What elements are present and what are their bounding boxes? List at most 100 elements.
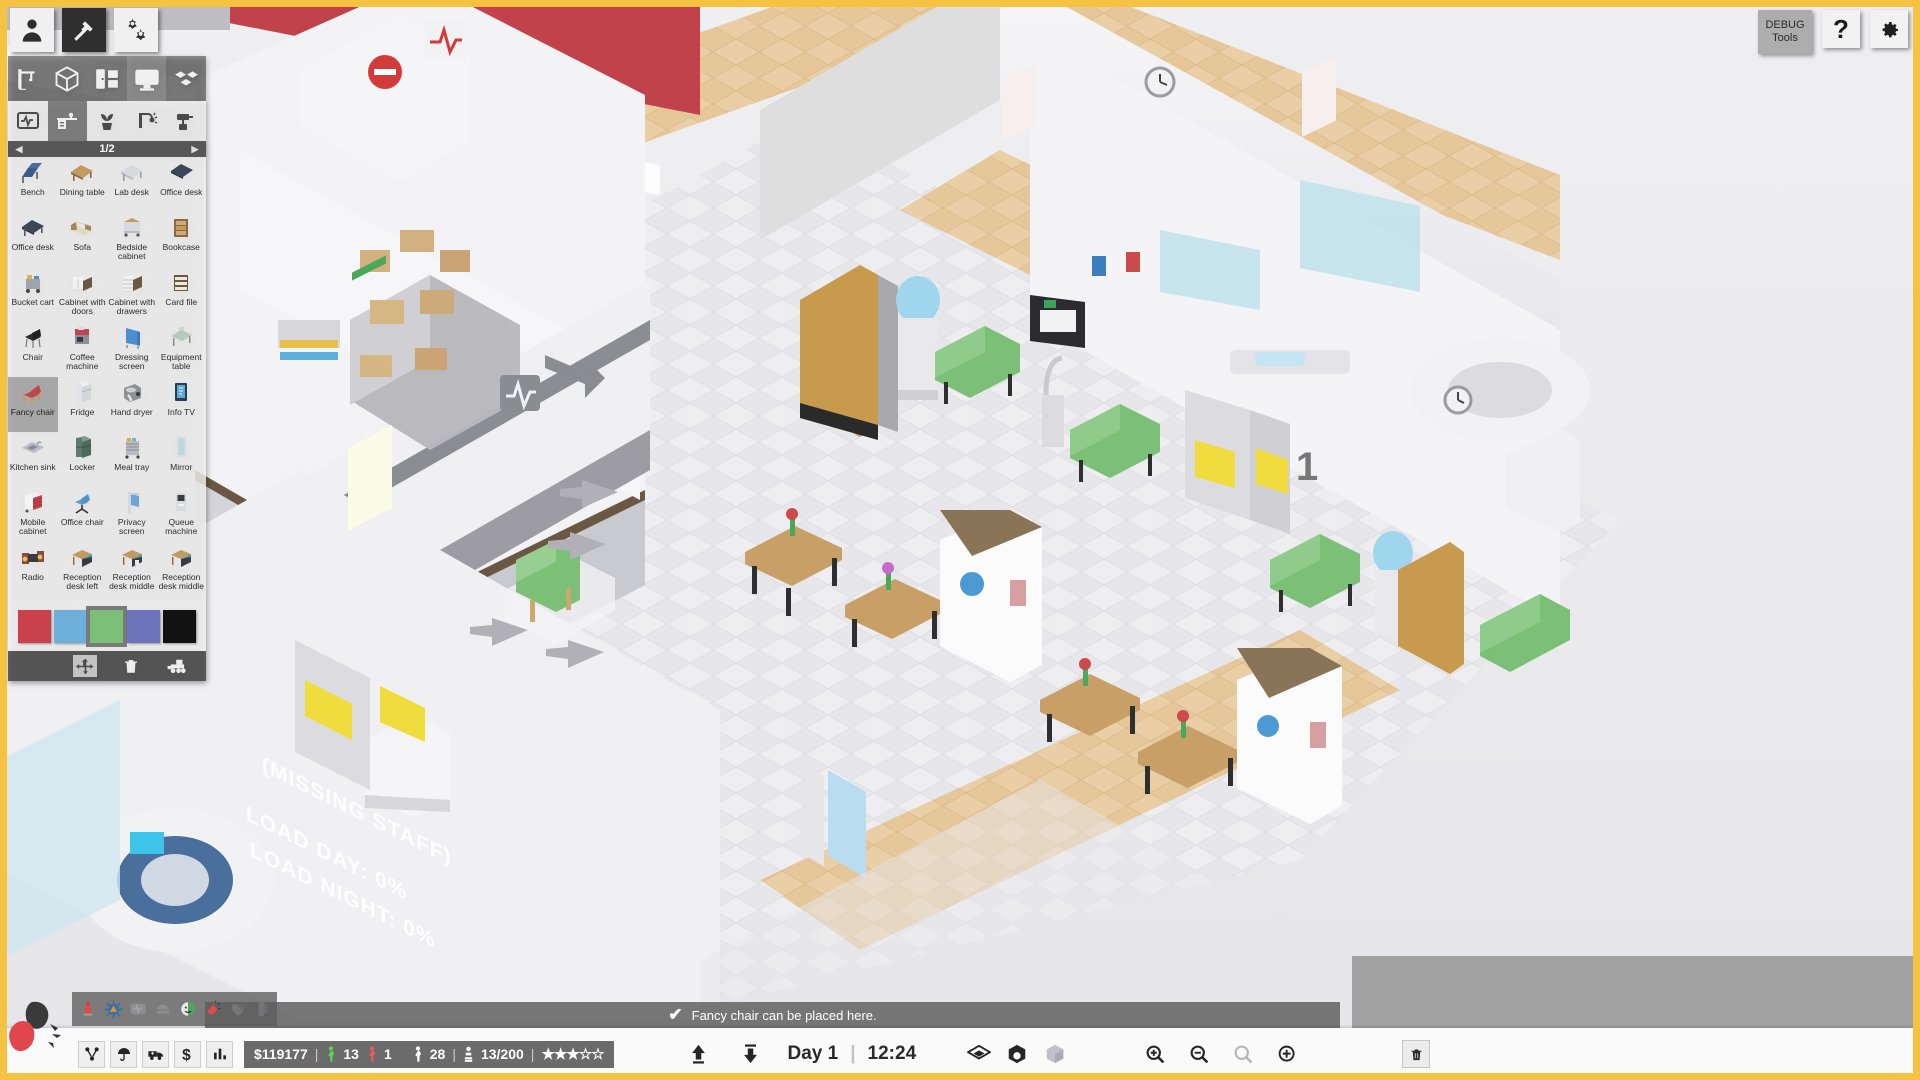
walking-person-red-icon bbox=[369, 1045, 376, 1062]
furniture-item-locker[interactable]: Locker bbox=[58, 432, 108, 487]
color-swatch-black[interactable] bbox=[163, 609, 197, 643]
tab-construction[interactable] bbox=[8, 56, 48, 101]
hierarchy-button[interactable] bbox=[78, 1040, 105, 1068]
furniture-item-label: Reception desk middle bbox=[109, 572, 155, 591]
furniture-item-queue-machine[interactable]: Queue machine bbox=[157, 487, 207, 542]
tab-medical-equipment[interactable] bbox=[8, 101, 48, 141]
furniture-item-label: Radio bbox=[21, 572, 44, 582]
ecg-sign bbox=[425, 22, 465, 58]
speed-down-button[interactable] bbox=[736, 1039, 766, 1069]
checkmark-icon: ✔ bbox=[668, 1005, 683, 1024]
zoom-out-button[interactable] bbox=[1184, 1039, 1214, 1069]
lab-desk-icon bbox=[117, 159, 147, 187]
furniture-item-equipment-table[interactable]: Equipment table bbox=[157, 322, 207, 377]
vitals-icon[interactable] bbox=[127, 998, 149, 1020]
furniture-item-dining-table[interactable]: Dining table bbox=[58, 157, 108, 212]
settings-management-button[interactable] bbox=[114, 8, 158, 52]
furniture-item-office-chair[interactable]: Office chair bbox=[58, 487, 108, 542]
category-tab-row bbox=[8, 56, 206, 101]
finance-button[interactable]: $ bbox=[174, 1040, 201, 1068]
furniture-item-radio[interactable]: Radio bbox=[8, 542, 58, 597]
staff-button[interactable] bbox=[10, 8, 54, 52]
layers-view-button[interactable] bbox=[964, 1039, 994, 1069]
furniture-item-reception-desk-middle[interactable]: Reception desk middle bbox=[107, 542, 157, 597]
furniture-item-label: Bookcase bbox=[162, 242, 200, 252]
color-swatch-purple[interactable] bbox=[126, 609, 160, 643]
furniture-item-mobile-cabinet[interactable]: Mobile cabinet bbox=[8, 487, 58, 542]
build-button[interactable] bbox=[62, 8, 106, 52]
roof-view-button[interactable] bbox=[1002, 1039, 1032, 1069]
furniture-item-privacy-screen[interactable]: Privacy screen bbox=[107, 487, 157, 542]
pager-prev-button[interactable]: ◀ bbox=[8, 141, 30, 157]
tab-decoration[interactable] bbox=[166, 101, 206, 141]
color-swatch-green[interactable] bbox=[86, 605, 128, 647]
furniture-item-dressing-screen[interactable]: Dressing screen bbox=[107, 322, 157, 377]
settings-button[interactable] bbox=[1870, 10, 1908, 48]
color-swatch-blue[interactable] bbox=[54, 609, 88, 643]
furniture-item-reception-desk-middle[interactable]: Reception desk middle bbox=[157, 542, 207, 597]
debug-tools-button[interactable]: DEBUG Tools bbox=[1758, 10, 1812, 54]
furniture-item-cabinet-with-drawers[interactable]: Cabinet with drawers bbox=[107, 267, 157, 322]
tab-lighting[interactable] bbox=[126, 101, 167, 141]
statistics-button[interactable] bbox=[206, 1040, 233, 1068]
furniture-item-office-desk[interactable]: Office desk bbox=[8, 212, 58, 267]
furniture-item-meal-tray[interactable]: Meal tray bbox=[107, 432, 157, 487]
tab-furniture[interactable] bbox=[47, 101, 88, 141]
furniture-item-fancy-chair[interactable]: Fancy chair bbox=[8, 377, 58, 432]
stats-separator-2: | bbox=[452, 1046, 456, 1062]
furniture-item-label: Queue machine bbox=[165, 517, 198, 536]
furniture-item-label: Fancy chair bbox=[10, 407, 55, 417]
furniture-item-label: Cabinet with drawers bbox=[108, 297, 156, 316]
furniture-item-kitchen-sink[interactable]: Kitchen sink bbox=[8, 432, 58, 487]
furniture-item-chair[interactable]: Chair bbox=[8, 322, 58, 377]
furniture-item-office-desk[interactable]: Office desk bbox=[157, 157, 207, 212]
furniture-item-label: Dining table bbox=[59, 187, 105, 197]
color-swatch-red[interactable] bbox=[17, 609, 51, 643]
tab-storage[interactable] bbox=[166, 56, 206, 101]
furniture-item-coffee-machine[interactable]: Coffee machine bbox=[58, 322, 108, 377]
zoom-fit-button[interactable] bbox=[1272, 1039, 1302, 1069]
brain-icon[interactable] bbox=[252, 998, 274, 1020]
delete-tool-button[interactable] bbox=[119, 655, 143, 677]
furniture-item-card-file[interactable]: Card file bbox=[157, 267, 207, 322]
speed-up-button[interactable] bbox=[684, 1039, 714, 1069]
delete-button[interactable] bbox=[1402, 1040, 1430, 1068]
zoom-reset-button[interactable] bbox=[1228, 1039, 1258, 1069]
zoom-in-button[interactable] bbox=[1140, 1039, 1170, 1069]
furniture-item-label: Hand dryer bbox=[110, 407, 153, 417]
help-button[interactable]: ? bbox=[1822, 10, 1860, 48]
tab-plants[interactable] bbox=[87, 101, 127, 141]
furniture-item-bedside-cabinet[interactable]: Bedside cabinet bbox=[107, 212, 157, 267]
patient-icon[interactable] bbox=[152, 998, 174, 1020]
tab-rooms[interactable] bbox=[47, 56, 88, 101]
furniture-item-cabinet-with-doors[interactable]: Cabinet with doors bbox=[58, 267, 108, 322]
tab-electronics[interactable] bbox=[126, 56, 167, 101]
furniture-item-hand-dryer[interactable]: Hand dryer bbox=[107, 377, 157, 432]
game-viewport[interactable]: 1 (MISSING STAFF) LOAD DAY: 0% LOAD NIGH… bbox=[0, 0, 1920, 1080]
insurance-button[interactable] bbox=[110, 1040, 137, 1068]
wall-notice-board bbox=[1030, 295, 1085, 348]
mood-icon[interactable] bbox=[177, 998, 199, 1020]
notification-strip bbox=[72, 992, 277, 1026]
furniture-item-info-tv[interactable]: Info TV bbox=[157, 377, 207, 432]
pager-next-button[interactable]: ▶ bbox=[184, 141, 206, 157]
furniture-item-sofa[interactable]: Sofa bbox=[58, 212, 108, 267]
move-tool-button[interactable] bbox=[73, 655, 97, 677]
demolish-tool-button[interactable] bbox=[165, 655, 189, 677]
furniture-item-lab-desk[interactable]: Lab desk bbox=[107, 157, 157, 212]
solid-view-button[interactable] bbox=[1040, 1039, 1070, 1069]
tab-doors-windows[interactable] bbox=[87, 56, 127, 101]
furniture-item-reception-desk-left[interactable]: Reception desk left bbox=[58, 542, 108, 597]
furniture-item-mirror[interactable]: Mirror bbox=[157, 432, 207, 487]
furniture-item-fridge[interactable]: Fridge bbox=[58, 377, 108, 432]
alarm-bell-icon[interactable] bbox=[202, 998, 224, 1020]
furniture-item-bucket-cart[interactable]: Bucket cart bbox=[8, 267, 58, 322]
infection-icon[interactable] bbox=[102, 998, 124, 1020]
ambulance-button[interactable] bbox=[142, 1040, 169, 1068]
debug-tools-line1: DEBUG bbox=[1765, 19, 1805, 31]
emergency-icon[interactable] bbox=[77, 998, 99, 1020]
subcategory-tab-row bbox=[8, 101, 206, 141]
furniture-item-bookcase[interactable]: Bookcase bbox=[157, 212, 207, 267]
heart-gear-icon[interactable] bbox=[227, 998, 249, 1020]
furniture-item-bench[interactable]: Bench bbox=[8, 157, 58, 212]
